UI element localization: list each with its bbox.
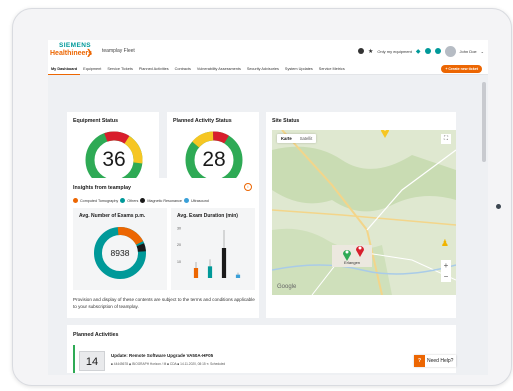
- legend-swatch-ct: [73, 198, 78, 203]
- bell-icon[interactable]: ◆: [416, 48, 421, 55]
- bar-magnetic-resonance: [221, 248, 227, 278]
- info-icon[interactable]: i: [244, 183, 252, 191]
- healthineers-mark-icon: ❯: [86, 48, 93, 57]
- y-tick-label: 10: [177, 260, 181, 264]
- tab-my-dashboard[interactable]: My Dashboard: [48, 63, 81, 75]
- activity-date: 14: [79, 351, 105, 371]
- legend-swatch-mr: [140, 198, 146, 203]
- planned-activity-status-title: Planned Activity Status: [173, 118, 232, 124]
- need-help-button[interactable]: ? Need Help?: [414, 355, 456, 367]
- tab-system-updates[interactable]: System Updates: [282, 63, 316, 75]
- notification-icon[interactable]: [358, 48, 365, 54]
- chevron-down-icon[interactable]: ⌄: [481, 49, 484, 54]
- my-equipment-toggle[interactable]: Only my equipment: [377, 49, 411, 54]
- user-name[interactable]: John Doe: [460, 49, 477, 54]
- top-bar: SIEMENS Healthineers ❯ teamplay Fleet ★ …: [48, 40, 488, 63]
- equipment-status-title: Equipment Status: [73, 118, 119, 124]
- tab-service-metrics[interactable]: Service Metrics: [316, 63, 348, 75]
- list-item[interactable]: 14 Update: Remote Software Upgrade VA50A…: [73, 345, 450, 373]
- tab-contracts[interactable]: Contracts: [172, 63, 194, 75]
- legend-swatch-us: [184, 198, 189, 203]
- map-pin-red-icon[interactable]: [355, 243, 365, 257]
- map-type-tabs: Karte Satellit: [277, 134, 317, 143]
- map-pin-yellow-icon[interactable]: [380, 130, 390, 138]
- exams-title: Avg. Number of Exams p.m.: [79, 213, 146, 219]
- site-map[interactable]: Karte Satellit ⛶ Erlangen ♟ + − Google: [272, 130, 456, 295]
- top-right-controls: ★ Only my equipment ◆ John Doe ⌄: [358, 45, 484, 57]
- planned-activities-title: Planned Activities: [73, 332, 119, 338]
- tab-security-advisories[interactable]: Security Advisories: [244, 63, 282, 75]
- scrollbar[interactable]: [482, 82, 486, 162]
- map-pin-green-icon[interactable]: [342, 247, 352, 261]
- tab-planned-activities[interactable]: Planned Activities: [136, 63, 172, 75]
- tab-map[interactable]: Karte: [277, 134, 296, 143]
- bar-ultrasound: [235, 274, 241, 278]
- zoom-in-button[interactable]: +: [441, 260, 451, 271]
- map-zoom-controls: + −: [441, 260, 451, 282]
- question-icon: ?: [414, 355, 425, 367]
- equipment-status-value: 36: [102, 148, 126, 171]
- star-icon[interactable]: ★: [368, 48, 373, 55]
- insights-legend: Computed Tomography Others Magnetic Reso…: [73, 198, 209, 203]
- app-title: teamplay Fleet: [102, 48, 135, 54]
- duration-card[interactable]: Avg. Exam Duration (min) 30 20 10: [171, 208, 255, 290]
- google-logo: Google: [277, 284, 297, 290]
- planned-activities-panel: Planned Activities 14 Update: Remote Sof…: [67, 325, 456, 373]
- zoom-out-button[interactable]: −: [441, 271, 451, 282]
- y-tick-label: 30: [177, 227, 181, 231]
- planned-activity-status-value: 28: [202, 148, 226, 171]
- legend-swatch-others: [120, 198, 126, 203]
- insights-disclaimer: Provision and display of these contents …: [73, 297, 255, 309]
- help-icon[interactable]: [424, 48, 431, 54]
- activity-title[interactable]: Update: Remote Software Upgrade VA50A-HF…: [111, 353, 213, 358]
- map-tiles: [272, 130, 456, 295]
- tab-service-tickets[interactable]: Service Tickets: [104, 63, 136, 75]
- tab-equipment[interactable]: Equipment: [80, 63, 104, 75]
- chat-icon[interactable]: [434, 48, 441, 54]
- exams-value: 8938: [110, 248, 130, 258]
- tab-vulnerability-assessments[interactable]: Vulnerability Assessments: [194, 63, 244, 75]
- create-ticket-button[interactable]: + Create new ticket: [441, 65, 482, 73]
- fullscreen-icon[interactable]: ⛶: [441, 134, 451, 144]
- main-nav: My Dashboard Equipment Service Tickets P…: [48, 63, 488, 75]
- insights-title: Insights from teamplay: [73, 185, 131, 191]
- activity-meta: ■ 44445678 ◆ BIOGRAPH Horizon / M ■ CDA …: [111, 362, 226, 366]
- duration-title: Avg. Exam Duration (min): [177, 213, 238, 219]
- y-tick-label: 20: [177, 243, 181, 247]
- bar-others: [207, 266, 213, 278]
- map-city-label: Erlangen: [344, 260, 361, 265]
- need-help-label: Need Help?: [427, 358, 454, 364]
- bar-computed-tomography: [193, 268, 199, 278]
- legend-label-mr: Magnetic Resonance: [147, 198, 182, 203]
- legend-label-us: Ultrasound: [191, 198, 209, 203]
- pegman-icon[interactable]: ♟: [441, 238, 449, 249]
- legend-label-others: Others: [127, 198, 139, 203]
- legend-label-ct: Computed Tomography: [80, 198, 119, 203]
- site-status-title: Site Status: [272, 118, 300, 124]
- exams-card[interactable]: Avg. Number of Exams p.m. 8938: [73, 208, 167, 290]
- tab-satellite[interactable]: Satellit: [296, 134, 317, 143]
- duration-bar-chart: 30 20 10: [177, 227, 241, 278]
- avatar[interactable]: [444, 45, 456, 57]
- camera-dot: [496, 204, 501, 209]
